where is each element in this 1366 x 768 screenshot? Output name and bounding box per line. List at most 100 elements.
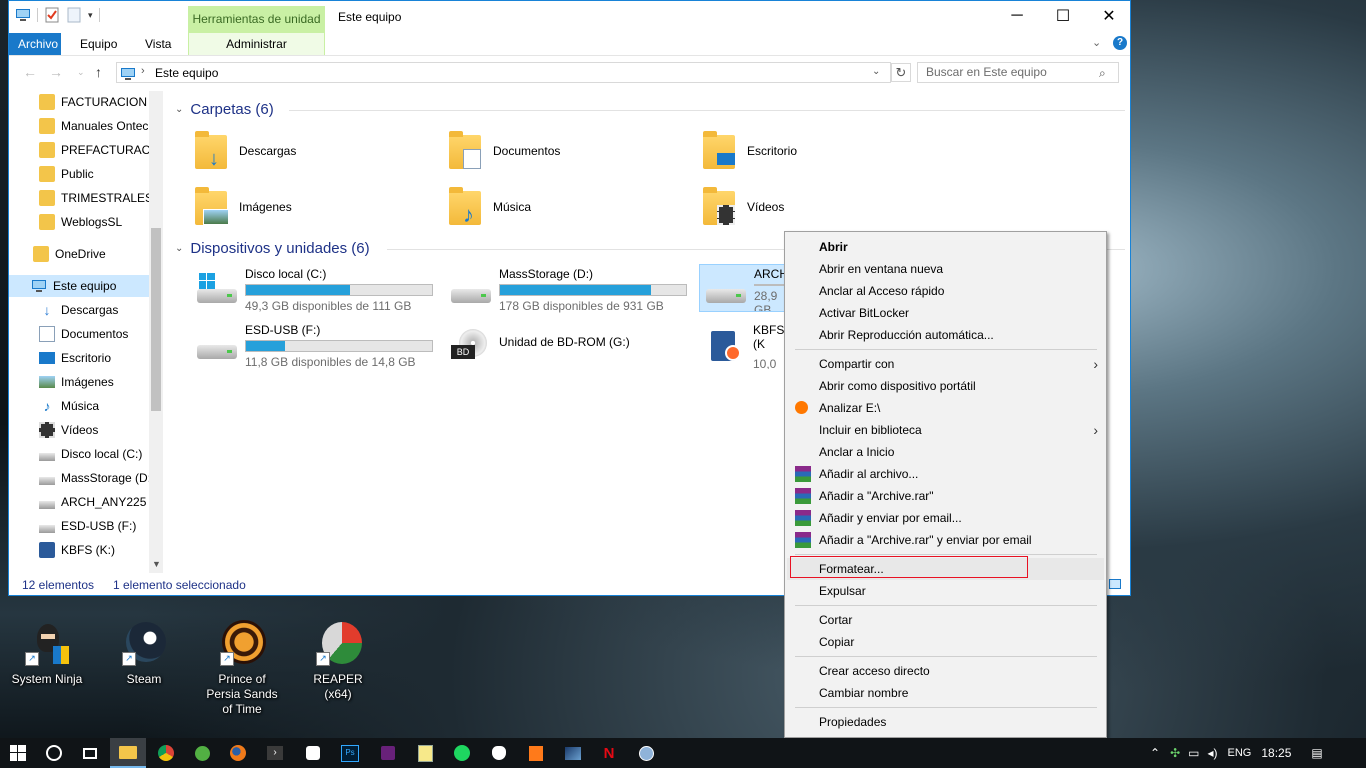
photoshop-icon[interactable]: Ps (332, 738, 368, 768)
nav-item[interactable]: Public (9, 163, 163, 185)
maximize-button[interactable]: ☐ (1040, 1, 1086, 31)
group-header-carpetas[interactable]: ⌄ Carpetas (6) (175, 101, 274, 118)
menu-item-abrir[interactable]: Abrir (787, 236, 1104, 258)
scroll-down-icon[interactable]: ▼ (152, 559, 161, 569)
menu-item-incluir-biblioteca[interactable]: Incluir en biblioteca › (787, 419, 1104, 441)
notepad-icon[interactable] (407, 738, 443, 768)
spotify-icon[interactable] (444, 738, 480, 768)
nav-item-onedrive[interactable]: OneDrive (9, 243, 163, 265)
nav-scrollbar-thumb[interactable] (151, 228, 161, 411)
xbox-icon[interactable] (184, 738, 220, 768)
tab-administrar[interactable]: Administrar (188, 33, 325, 55)
start-icon[interactable] (0, 738, 36, 768)
forward-icon[interactable]: → (49, 64, 63, 80)
drive-item-d[interactable]: MassStorage (D:) 178 GB disponibles de 93… (445, 265, 695, 313)
group-header-dispositivos[interactable]: ⌄ Dispositivos y unidades (6) (175, 240, 370, 257)
menu-item-activar-bitlocker[interactable]: Activar BitLocker (787, 302, 1104, 324)
cortana-icon[interactable] (36, 738, 72, 768)
folder-item-imagenes[interactable]: Imágenes (195, 183, 435, 231)
action-center-icon[interactable]: ▤ (1311, 746, 1322, 760)
search-icon[interactable]: ⌕ (1099, 66, 1106, 81)
menu-item-propiedades[interactable]: Propiedades (787, 711, 1104, 733)
nav-item-esd-usb[interactable]: ESD-USB (F:) (9, 515, 163, 537)
nav-item-videos[interactable]: Vídeos (9, 419, 163, 441)
tab-archivo[interactable]: Archivo (9, 33, 61, 55)
drive-item-c[interactable]: Disco local (C:) 49,3 GB disponibles de 1… (191, 265, 441, 313)
back-icon[interactable]: ← (23, 64, 37, 80)
drive-item-g[interactable]: BD Unidad de BD-ROM (G:) (445, 321, 695, 369)
tab-vista[interactable]: Vista (136, 33, 180, 55)
address-dropdown-icon[interactable]: ⌄ (872, 66, 880, 77)
large-icons-view-icon[interactable] (1109, 579, 1121, 589)
powershell-icon[interactable]: › (257, 738, 293, 768)
orange-app-icon[interactable] (518, 738, 554, 768)
keybase-icon[interactable] (481, 738, 517, 768)
drive-item-f[interactable]: ESD-USB (F:) 11,8 GB disponibles de 14,8 … (191, 321, 441, 369)
menu-item-anadir-archivo[interactable]: Añadir al archivo... (787, 463, 1104, 485)
up-icon[interactable]: ↑ (95, 64, 102, 80)
minimize-button[interactable]: ─ (994, 1, 1040, 31)
desktop-icon-reaper[interactable]: ↗ REAPER (x64) (298, 620, 378, 702)
menu-item-expulsar[interactable]: Expulsar (787, 580, 1104, 602)
slack-icon[interactable] (295, 738, 331, 768)
clock[interactable]: 18:25 (1261, 746, 1291, 760)
folder-item-documentos[interactable]: Documentos (449, 127, 689, 175)
folder-item-videos[interactable]: Vídeos (703, 183, 943, 231)
menu-item-anadir-archive-rar[interactable]: Añadir a "Archive.rar" (787, 485, 1104, 507)
search-input[interactable]: Buscar en Este equipo (917, 62, 1119, 83)
menu-item-abrir-ventana-nueva[interactable]: Abrir en ventana nueva (787, 258, 1104, 280)
menu-item-analizar[interactable]: Analizar E:\ (787, 397, 1104, 419)
nav-item-arch[interactable]: ARCH_ANY225 ( (9, 491, 163, 513)
nav-item[interactable]: PREFACTURACIO (9, 139, 163, 161)
address-path[interactable]: Este equipo (155, 66, 218, 80)
input-method-icon[interactable]: ENG (1228, 747, 1252, 759)
close-button[interactable]: ✕ (1086, 1, 1130, 31)
properties-icon[interactable] (44, 7, 60, 23)
csharp-icon[interactable] (370, 738, 406, 768)
computer-icon[interactable] (15, 7, 31, 23)
menu-item-reproduccion-automatica[interactable]: Abrir Reproducción automática... (787, 324, 1104, 346)
globe-app-icon[interactable] (628, 738, 664, 768)
nav-item[interactable]: FACTURACION E (9, 91, 163, 113)
desktop-icon-prince-of-persia[interactable]: ↗ Prince of Persia Sands of Time (200, 620, 284, 717)
menu-item-crear-acceso-directo[interactable]: Crear acceso directo (787, 660, 1104, 682)
nav-item-musica[interactable]: ♪ Música (9, 395, 163, 417)
drive-item-k[interactable]: KBFS (K10,0 GB (699, 321, 793, 369)
address-bar[interactable]: › Este equipo ⌄ (116, 62, 891, 83)
nav-item[interactable]: TRIMESTRALES (9, 187, 163, 209)
task-view-icon[interactable] (72, 738, 108, 768)
network-sync-icon[interactable]: ✣ (1170, 746, 1180, 760)
folder-item-musica[interactable]: ♪ Música (449, 183, 689, 231)
nav-item[interactable]: Manuales Ontec (9, 115, 163, 137)
photo-app-icon[interactable] (555, 738, 591, 768)
nav-item-massstorage[interactable]: MassStorage (D: (9, 467, 163, 489)
menu-item-copiar[interactable]: Copiar (787, 631, 1104, 653)
menu-item-compartir-con[interactable]: Compartir con › (787, 353, 1104, 375)
volume-icon[interactable]: ◂) (1207, 746, 1217, 760)
new-folder-icon[interactable] (66, 7, 82, 23)
tab-equipo[interactable]: Equipo (71, 33, 126, 55)
desktop-icon-system-ninja[interactable]: ↗ System Ninja (7, 620, 87, 687)
menu-item-anadir-enviar-email[interactable]: Añadir y enviar por email... (787, 507, 1104, 529)
firefox-icon[interactable] (220, 738, 256, 768)
netflix-icon[interactable]: N (591, 738, 627, 768)
nav-item-documentos[interactable]: Documentos (9, 323, 163, 345)
help-icon[interactable]: ? (1113, 36, 1127, 50)
file-explorer-icon[interactable] (110, 738, 146, 768)
network-icon[interactable]: ▭ (1188, 746, 1199, 760)
show-hidden-icons-icon[interactable]: ⌃ (1150, 746, 1160, 760)
nav-item-imagenes[interactable]: Imágenes (9, 371, 163, 393)
nav-item[interactable]: WeblogsSL (9, 211, 163, 233)
menu-item-cortar[interactable]: Cortar (787, 609, 1104, 631)
recent-locations-icon[interactable]: ⌄ (77, 67, 85, 78)
menu-item-cambiar-nombre[interactable]: Cambiar nombre (787, 682, 1104, 704)
refresh-icon[interactable]: ↻ (891, 63, 911, 82)
nav-item-descargas[interactable]: ↓ Descargas (9, 299, 163, 321)
nav-item-escritorio[interactable]: Escritorio (9, 347, 163, 369)
folder-item-escritorio[interactable]: Escritorio (703, 127, 943, 175)
menu-item-dispositivo-portatil[interactable]: Abrir como dispositivo portátil (787, 375, 1104, 397)
desktop-icon-steam[interactable]: ↗ Steam (104, 620, 184, 687)
menu-item-anadir-rar-enviar-email[interactable]: Añadir a "Archive.rar" y enviar por emai… (787, 529, 1104, 551)
nav-item-kbfs[interactable]: KBFS (K:) (9, 539, 163, 561)
nav-item-disco-c[interactable]: Disco local (C:) (9, 443, 163, 465)
